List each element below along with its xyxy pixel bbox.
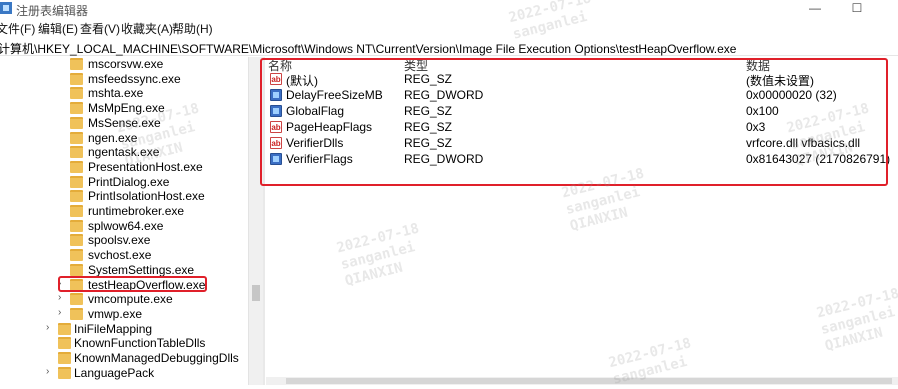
folder-icon xyxy=(70,160,83,173)
binary-value-icon xyxy=(270,153,282,165)
chevron-right-icon[interactable]: › xyxy=(58,307,61,318)
chevron-right-icon[interactable]: › xyxy=(46,322,49,333)
binary-value-icon xyxy=(270,105,282,117)
folder-icon xyxy=(70,116,83,129)
folder-icon xyxy=(70,293,83,306)
window-title: 注册表编辑器 xyxy=(16,4,89,18)
scrollbar-thumb[interactable] xyxy=(286,378,892,384)
value-list: 名称 类型 数据 ab (默认) REG_SZ (数值未设置) DelayFre… xyxy=(268,59,891,166)
scrollbar-thumb[interactable] xyxy=(252,285,260,301)
menu-favorites[interactable]: 收藏夹(A) xyxy=(121,20,173,37)
chevron-right-icon[interactable]: › xyxy=(58,292,61,303)
string-value-icon: ab xyxy=(270,73,282,85)
folder-icon xyxy=(70,278,83,291)
title-bar: 注册表编辑器 — ☐ xyxy=(0,0,898,18)
address-path: 计算机\HKEY_LOCAL_MACHINE\SOFTWARE\Microsof… xyxy=(0,42,737,56)
regedit-app-icon xyxy=(0,2,12,14)
folder-icon xyxy=(70,249,83,262)
folder-icon xyxy=(70,190,83,203)
address-bar[interactable]: 计算机\HKEY_LOCAL_MACHINE\SOFTWARE\Microsof… xyxy=(0,37,898,56)
folder-icon xyxy=(70,263,83,276)
chevron-right-icon[interactable]: › xyxy=(46,366,49,377)
folder-icon xyxy=(58,337,71,350)
folder-icon xyxy=(70,102,83,115)
registry-tree: mscorsvw.exe msfeedssync.exe mshta.exe M… xyxy=(0,57,248,383)
folder-icon xyxy=(70,234,83,247)
chevron-right-icon[interactable]: › xyxy=(58,278,61,289)
folder-icon xyxy=(70,131,83,144)
list-horizontal-scrollbar[interactable] xyxy=(266,377,898,385)
pane-splitter[interactable] xyxy=(263,57,265,385)
folder-icon xyxy=(70,175,83,188)
menu-help[interactable]: 帮助(H) xyxy=(172,20,213,37)
binary-value-icon xyxy=(270,89,282,101)
folder-icon xyxy=(70,72,83,85)
menu-file[interactable]: 文件(F) xyxy=(0,20,35,37)
menu-edit[interactable]: 编辑(E) xyxy=(38,20,78,37)
string-value-icon: ab xyxy=(270,137,282,149)
folder-icon xyxy=(70,87,83,100)
minimize-button[interactable]: — xyxy=(800,0,830,16)
string-value-icon: ab xyxy=(270,121,282,133)
folder-icon xyxy=(70,219,83,232)
folder-icon xyxy=(58,352,71,364)
tree-scrollbar[interactable] xyxy=(248,57,263,385)
folder-icon xyxy=(58,366,71,379)
maximize-button[interactable]: ☐ xyxy=(842,0,872,16)
menu-view[interactable]: 查看(V) xyxy=(80,20,120,37)
folder-icon xyxy=(58,322,71,335)
folder-icon xyxy=(70,205,83,217)
folder-icon xyxy=(70,146,83,159)
folder-icon xyxy=(70,307,83,320)
folder-icon xyxy=(70,58,83,70)
